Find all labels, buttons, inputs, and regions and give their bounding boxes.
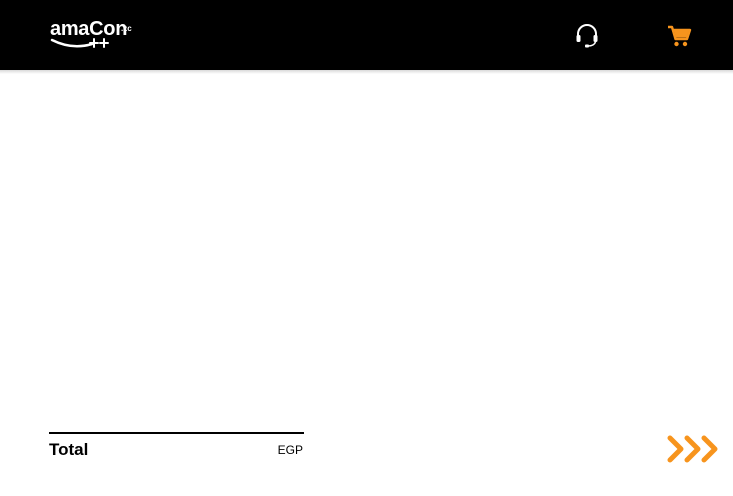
triple-chevron-right-icon [667,435,718,463]
logo-smile-arrow-icon [50,38,109,48]
top-header: amaCon .zc [0,0,733,70]
total-divider [49,432,304,434]
support-button[interactable] [574,22,600,48]
headset-icon [576,24,598,48]
logo-suffix: .zc [121,24,132,33]
header-shadow [0,70,733,74]
proceed-button[interactable] [666,433,722,465]
total-label: Total [49,440,89,459]
cart-icon [668,25,692,47]
total-currency: EGP [277,443,303,457]
amacon-logo[interactable]: amaCon .zc [50,17,140,53]
cart-button[interactable] [666,24,692,48]
